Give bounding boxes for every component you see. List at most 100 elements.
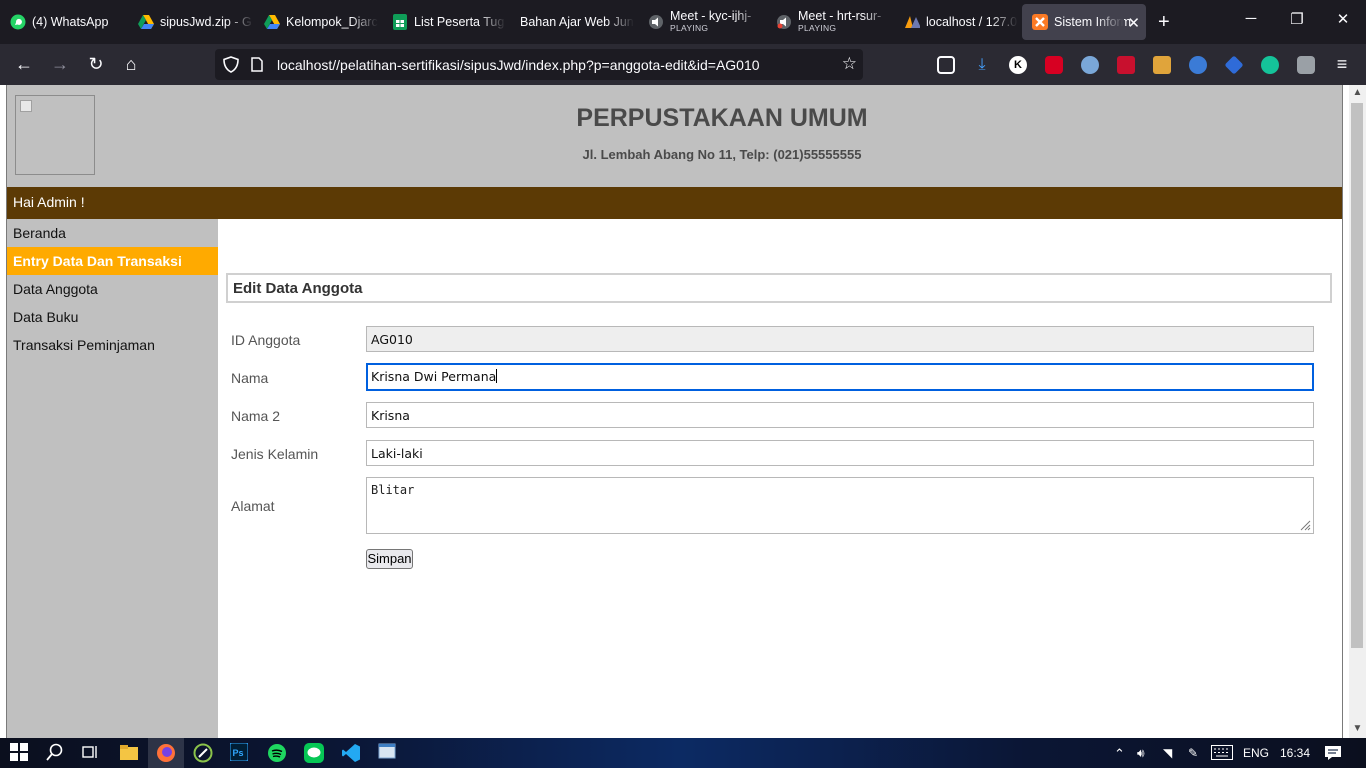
scroll-down-icon[interactable]: ▼ [1349, 723, 1366, 734]
scroll-thumb[interactable] [1351, 103, 1363, 648]
id-anggota-field[interactable]: AG010 [366, 326, 1314, 352]
nama-2-field[interactable]: Krisna [366, 402, 1314, 428]
tab-title: (4) WhatsApp [32, 15, 109, 29]
notification-icon[interactable] [1324, 745, 1344, 765]
nama-2-value: Krisna [371, 408, 410, 423]
tab-drive-zip[interactable]: sipusJwd.zip - G [128, 4, 254, 40]
app-window-icon[interactable] [378, 743, 398, 763]
url-bar[interactable]: localhost//pelatihan-sertifikasi/sipusJw… [215, 49, 863, 80]
new-tab-icon[interactable]: + [1158, 12, 1170, 32]
pocket-icon[interactable] [937, 56, 955, 74]
sidebar-item-transaksi[interactable]: Transaksi Peminjaman [7, 331, 218, 359]
main-content: Edit Data Anggota ID Anggota AG010 Nama … [218, 219, 1342, 738]
downloads-icon[interactable]: ⤓ [973, 56, 991, 74]
url-text: localhost//pelatihan-sertifikasi/sipusJw… [277, 57, 760, 73]
extension-red-icon[interactable] [1117, 56, 1135, 74]
google-drive-icon [264, 14, 280, 30]
text-caret [496, 369, 498, 383]
windows-start-icon[interactable] [10, 743, 30, 763]
phpmyadmin-icon [904, 14, 920, 30]
sidebar-item-data-anggota[interactable]: Data Anggota [7, 275, 218, 303]
menu-icon[interactable]: ≡ [1331, 53, 1353, 75]
tracking-shield-icon[interactable] [223, 56, 239, 78]
tab-meet-2[interactable]: Meet - hrt-rsur- PLAYING [766, 4, 890, 40]
task-view-icon[interactable] [81, 743, 101, 763]
sidebar-item-entry-data[interactable]: Entry Data Dan Transaksi [7, 247, 218, 275]
forward-icon[interactable]: → [49, 53, 71, 75]
back-icon[interactable]: ← [13, 53, 35, 75]
alamat-label: Alamat [231, 498, 275, 514]
page-scrollbar[interactable]: ▲ ▼ [1349, 85, 1366, 738]
volume-icon[interactable]: 🔊︎ [1137, 746, 1145, 761]
nama-2-label: Nama 2 [231, 408, 281, 424]
close-tab-icon[interactable]: ✕ [1127, 14, 1140, 32]
jenis-kelamin-field[interactable]: Laki-laki [366, 440, 1314, 466]
page-viewport: PERPUSTAKAAN UMUM Jl. Lembah Abang No 11… [0, 85, 1366, 738]
nama-label: Nama [231, 370, 269, 386]
clock[interactable]: 16:34 [1280, 746, 1310, 760]
grammarly-icon[interactable] [1261, 56, 1279, 74]
page-info-icon[interactable] [251, 57, 263, 77]
reload-icon[interactable]: ↻ [85, 53, 107, 75]
tab-bahan-ajar[interactable]: Bahan Ajar Web Jun [510, 4, 634, 40]
simpan-button[interactable]: Simpan [366, 549, 413, 569]
keyboard-icon[interactable] [1211, 745, 1233, 765]
line-icon[interactable] [304, 743, 324, 763]
extension-shield-icon[interactable] [1297, 56, 1315, 74]
xampp-icon [1032, 14, 1048, 30]
scroll-up-icon[interactable]: ▲ [1349, 87, 1366, 98]
tab-sistem-informasi[interactable]: Sistem Inform ✕ [1022, 4, 1146, 40]
tab-whatsapp[interactable]: (4) WhatsApp [0, 4, 132, 40]
photoshop-icon[interactable]: Ps [229, 742, 250, 763]
site-header: PERPUSTAKAAN UMUM Jl. Lembah Abang No 11… [7, 85, 1342, 187]
chevron-up-icon[interactable]: ⌃ [1114, 746, 1125, 762]
extension-k-icon[interactable]: K [1009, 56, 1027, 74]
extension-profile-icon[interactable] [1081, 56, 1099, 74]
whatsapp-icon [10, 14, 26, 30]
meet-audio-icon [776, 14, 792, 30]
language-indicator[interactable]: ENG [1243, 746, 1269, 760]
id-anggota-value: AG010 [371, 332, 413, 347]
extension-yellow-icon[interactable] [1153, 56, 1171, 74]
tab-sheets[interactable]: List Peserta Tug [382, 4, 506, 40]
close-window-icon[interactable]: ✕ [1333, 10, 1353, 28]
google-drive-icon [138, 14, 154, 30]
tab-drive-kelompok[interactable]: Kelompok_Djarc [254, 4, 378, 40]
panel-title: Edit Data Anggota [226, 273, 1332, 303]
firefox-icon[interactable] [156, 743, 176, 763]
search-icon[interactable] [46, 743, 66, 763]
app-green-icon[interactable] [193, 743, 213, 763]
home-icon[interactable]: ⌂ [120, 53, 142, 75]
extension-lock-icon[interactable] [1045, 56, 1063, 74]
sidebar: Beranda Entry Data Dan Transaksi Data An… [7, 219, 218, 738]
file-explorer-icon[interactable] [119, 743, 139, 763]
tab-meet-1[interactable]: Meet - kyc-ijhj- PLAYING [638, 4, 762, 40]
extension-eyes-icon[interactable] [1189, 56, 1207, 74]
network-icon[interactable]: ◥ [1163, 746, 1172, 760]
site-address: Jl. Lembah Abang No 11, Telp: (021)55555… [582, 147, 862, 162]
browser-tab-bar: (4) WhatsApp sipusJwd.zip - G Kelompok_D… [0, 0, 1366, 44]
google-sheets-icon [392, 14, 408, 30]
resize-grip-icon[interactable] [1299, 519, 1311, 531]
jenis-kelamin-label: Jenis Kelamin [231, 446, 319, 462]
jenis-kelamin-value: Laki-laki [371, 446, 423, 461]
minimize-icon[interactable]: ─ [1241, 10, 1261, 27]
sidebar-item-beranda[interactable]: Beranda [7, 219, 218, 247]
vscode-icon[interactable] [341, 743, 361, 763]
nama-value: Krisna Dwi Permana [371, 369, 497, 384]
greeting-bar: Hai Admin ! [7, 187, 1342, 219]
spotify-icon[interactable] [267, 743, 287, 763]
windows-taskbar: Ps ⌃ 🔊︎ ◥ ✎ ENG 16:34 [0, 738, 1366, 768]
nama-field[interactable]: Krisna Dwi Permana [366, 363, 1314, 391]
page-frame: PERPUSTAKAAN UMUM Jl. Lembah Abang No 11… [6, 85, 1343, 738]
bookmark-star-icon[interactable]: ☆ [842, 54, 857, 74]
restore-icon[interactable]: ❐ [1287, 10, 1307, 28]
sidebar-item-data-buku[interactable]: Data Buku [7, 303, 218, 331]
alamat-textarea[interactable]: Blitar [366, 477, 1314, 534]
pen-icon[interactable]: ✎ [1188, 746, 1198, 760]
id-anggota-label: ID Anggota [231, 332, 301, 348]
svg-text:Ps: Ps [233, 748, 244, 758]
site-title: PERPUSTAKAAN UMUM [576, 104, 868, 132]
alamat-value: Blitar [371, 483, 415, 497]
tab-phpmyadmin[interactable]: localhost / 127.0 [894, 4, 1018, 40]
